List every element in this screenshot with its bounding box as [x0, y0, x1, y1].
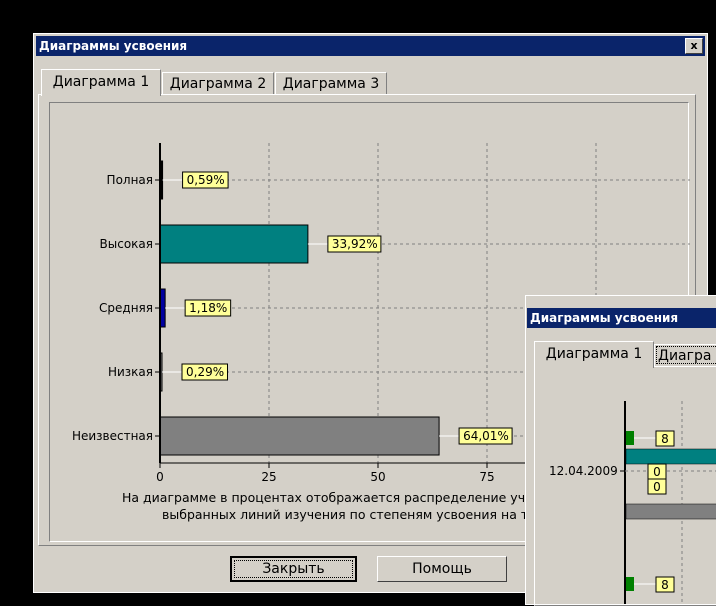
- secondary-value-label: 8: [661, 432, 669, 446]
- secondary-title-bar[interactable]: Диаграммы усвоения: [527, 308, 716, 328]
- category-label: Неизвестная: [72, 429, 153, 443]
- secondary-bar-teal: [625, 448, 716, 465]
- secondary-bar-green-top: [626, 431, 634, 445]
- window-title: Диаграммы усвоения: [39, 39, 188, 53]
- secondary-bar-gray: [625, 503, 716, 520]
- secondary-value-label: 8: [661, 578, 669, 592]
- tab-diagram-1[interactable]: Диаграмма 1: [41, 69, 161, 96]
- value-label: 1,18%: [189, 301, 227, 315]
- x-tick-label: 75: [479, 470, 494, 484]
- category-label: Высокая: [100, 237, 153, 251]
- x-tick-label: 0: [156, 470, 164, 484]
- title-bar[interactable]: Диаграммы усвоения x: [36, 36, 705, 56]
- value-label: 64,01%: [463, 429, 509, 443]
- secondary-tab-diagram-1[interactable]: Диаграмма 1: [534, 341, 654, 368]
- help-button[interactable]: Помощь: [377, 556, 507, 582]
- secondary-bar-green-bottom: [626, 577, 634, 591]
- x-tick-label: 50: [370, 470, 385, 484]
- tab-diagram-3[interactable]: Диаграмма 3: [275, 72, 387, 94]
- bar: [159, 416, 440, 456]
- close-button[interactable]: Закрыть: [230, 556, 357, 582]
- x-tick-label: 25: [261, 470, 276, 484]
- value-label: 0,59%: [187, 173, 225, 187]
- secondary-tab-diagram-2[interactable]: Диагра: [654, 344, 716, 366]
- secondary-row-label: 12.04.2009: [549, 464, 618, 478]
- bar: [159, 224, 309, 264]
- secondary-bar-chart: 12.04.2009 8 0 0 8: [549, 401, 716, 604]
- category-label: Средняя: [99, 301, 153, 315]
- close-icon[interactable]: x: [685, 38, 703, 54]
- secondary-dialog-window: Диаграммы усвоения Диаграмма 1 Диагра 12…: [525, 295, 716, 606]
- secondary-window-title: Диаграммы усвоения: [530, 311, 679, 325]
- value-label: 0,29%: [186, 365, 224, 379]
- category-label: Полная: [107, 173, 153, 187]
- value-label: 33,92%: [332, 237, 378, 251]
- category-label: Низкая: [108, 365, 153, 379]
- tab-diagram-2[interactable]: Диаграмма 2: [162, 72, 274, 94]
- secondary-value-label: 0: [653, 465, 661, 479]
- secondary-value-label: 0: [653, 480, 661, 494]
